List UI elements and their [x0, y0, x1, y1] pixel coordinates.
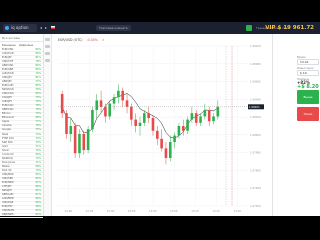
time-tick-label: 12:50: [107, 209, 115, 213]
sidebar-header[interactable]: Все активы: [0, 34, 43, 42]
candle-body: [73, 126, 77, 154]
time-field[interactable]: 13:21: [297, 59, 319, 65]
time-tick-label: 13:05: [170, 209, 178, 213]
candle-body: [173, 135, 176, 142]
candle-body: [190, 113, 194, 120]
asset-list: EUR/USD 82% AUD/CAD 80% EUR/JPY 81% USD/CHF 78%…: [0, 48, 43, 218]
cursor-tool-icon[interactable]: [45, 38, 50, 41]
vip-label: VIP: [265, 25, 276, 31]
call-button[interactable]: Выше: [297, 90, 319, 104]
candle-body: [82, 134, 86, 150]
settings-tool-icon[interactable]: [45, 59, 50, 62]
candle-body: [143, 113, 146, 123]
status-icon: [246, 25, 252, 31]
current-price-value: 1.08021: [249, 105, 260, 109]
candle-body: [168, 142, 172, 158]
candle-body: [194, 113, 198, 123]
time-tick-label: 13:00: [149, 209, 157, 213]
candle-body: [151, 118, 155, 131]
candle-body: [203, 110, 207, 117]
nav-back-button[interactable]: ◂: [40, 26, 42, 30]
candle-body: [117, 90, 120, 98]
time-tick-label: 13:10: [191, 209, 199, 213]
logo-icon: [5, 26, 9, 30]
price-tick-label: 1.08020: [250, 115, 261, 119]
candle-body: [186, 119, 189, 131]
time-tick-label: 12:40: [65, 209, 73, 213]
candle-body: [156, 130, 159, 139]
price-tick-label: 1.08040: [250, 97, 261, 101]
tab-digital[interactable]: Цифровые: [19, 44, 33, 47]
candle-body: [112, 97, 116, 104]
put-button[interactable]: Ниже: [297, 107, 319, 121]
asset-row-name: GBP/NZD: [2, 213, 14, 217]
amount-field[interactable]: $ 10: [297, 70, 319, 76]
candle-body: [138, 122, 142, 126]
time-tick-label: 13:20: [233, 209, 241, 213]
indicator-tool-icon[interactable]: [45, 52, 50, 55]
chart-area[interactable]: EUR/USD (OTC) -0.04% ★ 1.08100 1.08080 1.0…: [52, 34, 272, 216]
asset-tab[interactable]: Торговая комната: [96, 25, 131, 31]
candle-body: [147, 113, 150, 118]
candle-body: [95, 100, 99, 110]
candle-body: [130, 106, 133, 120]
candle-body: [160, 138, 163, 149]
candle-body: [65, 113, 68, 134]
candlestick-chart[interactable]: 1.08100 1.08080 1.08060 1.08040 1.08020 1.080…: [52, 34, 272, 216]
flag-icon: [51, 26, 55, 29]
line-tool-icon[interactable]: [45, 45, 50, 48]
candle-body: [177, 126, 181, 136]
candle-body: [99, 100, 103, 107]
time-tick-label: 12:55: [128, 209, 136, 213]
balance-value: $ 19 961.72: [277, 25, 314, 31]
candle-body: [181, 126, 185, 131]
candle-body: [91, 110, 94, 130]
candle-body: [108, 103, 112, 117]
tab-binary[interactable]: Бинарные: [2, 44, 16, 47]
candle-body: [121, 90, 124, 101]
candle-body: [199, 116, 202, 123]
price-tick-label: 1.08000: [250, 133, 261, 137]
put-label: Ниже: [303, 112, 313, 116]
price-tick-label: 1.07980: [250, 151, 261, 155]
candle-body: [212, 116, 215, 122]
candle-body: [86, 129, 90, 150]
price-tick-label: 1.07920: [250, 204, 261, 208]
nav-forward-button[interactable]: ▸: [45, 26, 47, 30]
price-tick-label: 1.08080: [250, 62, 261, 66]
asset-row-payout: 62%: [35, 213, 41, 217]
candle-body: [134, 119, 137, 126]
time-tick-label: 12:45: [86, 209, 94, 213]
app-logo[interactable]: iq option: [3, 24, 37, 32]
balance[interactable]: VIP $ 19 961.72: [265, 24, 314, 32]
candle-body: [78, 134, 81, 154]
asset-sidebar: Все активы Бинарные Цифровые EUR/USD 82% A…: [0, 34, 44, 218]
price-tick-label: 1.07940: [250, 186, 261, 190]
trading-app: Все активы Бинарные Цифровые EUR/USD 82% A…: [0, 34, 320, 218]
logo-text: iq option: [11, 25, 29, 30]
price-tick-label: 1.07960: [250, 168, 261, 172]
candle-body: [216, 106, 220, 117]
candle-body: [104, 106, 107, 117]
drawing-tools: [44, 34, 52, 216]
price-tick-label: 1.08100: [250, 44, 261, 48]
asset-row[interactable]: GBP/NZD 62%: [0, 213, 43, 218]
candle-body: [207, 110, 211, 122]
candle-body: [60, 94, 64, 114]
candle-body: [125, 100, 129, 107]
call-label: Выше: [303, 95, 313, 99]
trade-panel: Время 13:21 Инвестиция $ 10 Прибыль +82%…: [272, 34, 320, 216]
candle-body: [164, 148, 168, 158]
time-tick-label: 13:15: [212, 209, 220, 213]
candle-body: [69, 126, 73, 134]
price-tick-label: 1.08060: [250, 80, 261, 84]
